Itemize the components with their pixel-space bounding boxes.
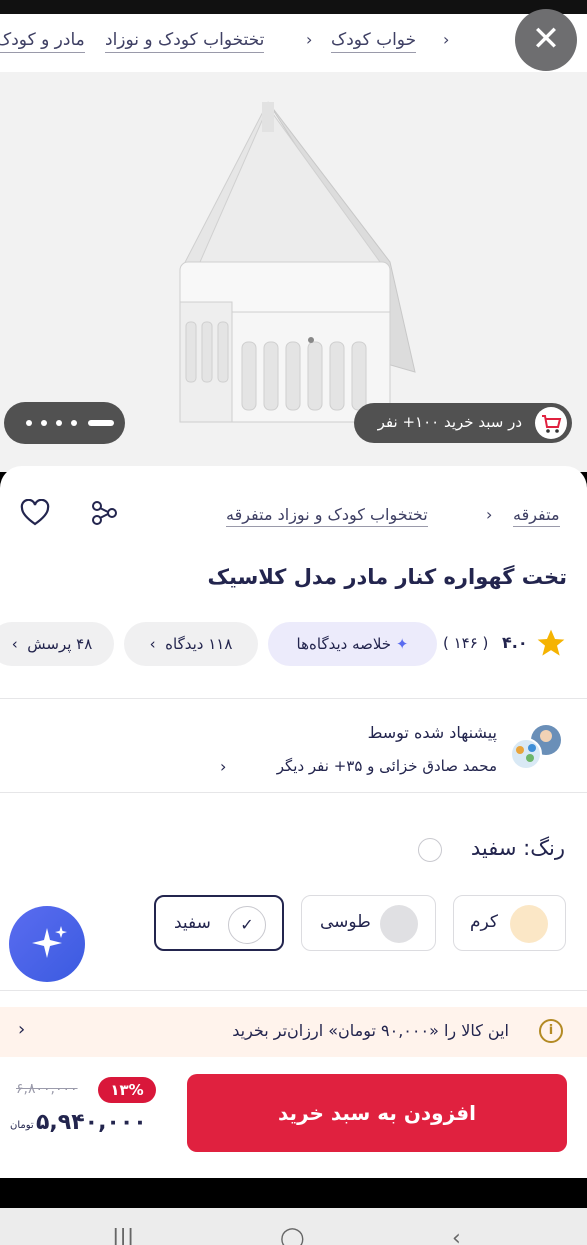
share-icon[interactable] — [90, 499, 118, 527]
close-button[interactable]: ✕ — [515, 9, 577, 71]
discount-badge: ۱۳% — [98, 1077, 156, 1103]
chevron-left-icon: › — [149, 635, 161, 653]
color-option-label: سفید — [174, 913, 211, 933]
bottom-spacer — [0, 1178, 587, 1208]
pagination-dot[interactable] — [71, 420, 77, 426]
sparkle-icon — [32, 926, 67, 958]
chevron-left-icon: ‹ — [18, 1019, 26, 1040]
back-icon[interactable]: ‹ — [452, 1226, 461, 1245]
star-icon — [537, 629, 565, 656]
gallery-pagination[interactable] — [4, 402, 125, 444]
cream-swatch — [510, 905, 548, 943]
divider — [0, 792, 587, 793]
heart-icon[interactable] — [20, 499, 50, 527]
selected-color-swatch — [418, 838, 442, 862]
chevron-left-icon[interactable]: › — [220, 757, 226, 776]
chevron-right-icon: › — [443, 30, 450, 49]
reviews-label: ۱۱۸ دیدگاه — [165, 635, 233, 653]
divider — [0, 990, 587, 991]
divider — [0, 698, 587, 699]
reviews-chip[interactable]: ۱۱۸ دیدگاه › — [124, 622, 258, 666]
cheaper-offer-text: این کالا را «۹۰,۰۰۰ تومان» ارزان‌تر بخری… — [232, 1021, 509, 1040]
system-navigation-bar: ||| ◯ ‹ — [0, 1208, 587, 1245]
chevron-right-icon: › — [486, 505, 493, 524]
check-icon: ✓ — [228, 906, 266, 944]
breadcrumb-item-baby-bed[interactable]: تختخواب کودک و نوزاد — [105, 30, 265, 53]
color-option-white[interactable]: ✓ سفید — [154, 895, 284, 951]
category-link-baby-bed-misc[interactable]: تختخواب کودک و نوزاد متفرقه — [226, 505, 428, 527]
cart-badge-text: در سبد خرید ۱۰۰+ نفر — [377, 413, 522, 431]
gray-swatch — [380, 905, 418, 943]
currency-label: تومان — [10, 1120, 34, 1131]
product-title: تخت گهواره کنار مادر مدل کلاسیک — [207, 565, 567, 589]
color-option-label: کرم — [470, 912, 498, 932]
questions-chip[interactable]: ۴۸ پرسش › — [0, 622, 114, 666]
old-price: ۶,۸۰۰,۰۰۰ — [16, 1081, 78, 1097]
ai-assistant-button[interactable] — [9, 906, 85, 982]
recommenders-avatar — [510, 725, 561, 770]
pagination-dot[interactable] — [26, 420, 32, 426]
chevron-left-icon: › — [11, 635, 23, 653]
recommended-by-title: پیشنهاد شده توسط — [367, 723, 497, 742]
color-option-gray[interactable]: طوسی — [301, 895, 436, 951]
breadcrumb-item-mother-child[interactable]: مادر و کودک — [0, 30, 85, 53]
questions-label: ۴۸ پرسش — [27, 635, 93, 653]
cheaper-offer-banner[interactable]: i این کالا را «۹۰,۰۰۰ تومان» ارزان‌تر بخ… — [0, 1007, 587, 1057]
cart-social-proof-badge: در سبد خرید ۱۰۰+ نفر — [354, 403, 572, 443]
rating-count: ( ۱۴۶ ) — [443, 634, 489, 652]
add-to-cart-button[interactable]: افزودن به سبد خرید — [187, 1074, 567, 1152]
rating-score: ۴.۰ — [502, 633, 528, 652]
chevron-right-icon: › — [306, 30, 313, 49]
color-option-cream[interactable]: کرم — [453, 895, 566, 951]
breadcrumb: مادر و کودک › خواب کودک › تختخواب کودک و… — [0, 14, 587, 72]
review-summary-chip[interactable]: ✦ خلاصه دیدگاه‌ها — [268, 622, 437, 666]
breadcrumb-item-baby-sleep[interactable]: خواب کودک — [331, 30, 417, 53]
info-icon: i — [539, 1019, 563, 1043]
recent-apps-icon[interactable]: ||| — [112, 1226, 134, 1245]
final-price: ۵,۹۴۰,۰۰۰ — [36, 1110, 147, 1135]
cart-icon — [535, 407, 567, 439]
review-summary-label: خلاصه دیدگاه‌ها — [296, 635, 392, 653]
color-label: رنگ: سفید — [470, 836, 565, 860]
recommended-by-users[interactable]: محمد صادق خزائی و ۳۵+ نفر دیگر — [277, 757, 497, 775]
home-icon[interactable]: ◯ — [280, 1226, 305, 1245]
category-link-misc[interactable]: متفرقه — [513, 505, 560, 527]
close-icon: ✕ — [531, 19, 561, 59]
sparkle-icon: ✦ — [395, 635, 409, 653]
status-bar — [0, 0, 587, 14]
pagination-dot-active[interactable] — [88, 420, 114, 426]
pagination-dot[interactable] — [56, 420, 62, 426]
color-option-label: طوسی — [320, 912, 371, 932]
pagination-dot[interactable] — [41, 420, 47, 426]
